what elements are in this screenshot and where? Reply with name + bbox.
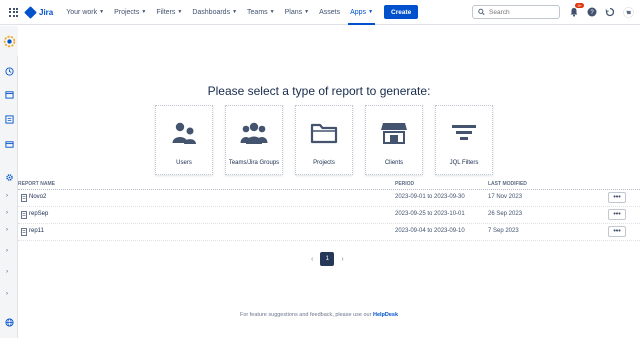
nav-item-plans[interactable]: Plans ▼ xyxy=(280,0,314,25)
app-logo[interactable] xyxy=(0,26,18,56)
search-icon xyxy=(478,8,485,16)
top-icons: 9+ ? xyxy=(568,3,634,18)
chevron-down-icon: ▼ xyxy=(232,9,238,15)
nav-item-your-work[interactable]: Your work ▼ xyxy=(61,0,109,25)
report-type-projects[interactable]: Projects xyxy=(295,105,353,175)
report-icon[interactable] xyxy=(4,114,14,124)
search-input[interactable] xyxy=(489,8,559,16)
top-navigation: Jira Your work ▼ Projects ▼ Filters ▼ Dashb… xyxy=(0,0,640,25)
left-sidebar: › › › › › › xyxy=(0,26,18,338)
report-type-users[interactable]: Users xyxy=(155,105,213,175)
report-type-cards: Users Teams/Jira Groups Projects Clients… xyxy=(155,105,493,175)
avatar[interactable] xyxy=(622,6,634,18)
next-page-button[interactable]: › xyxy=(341,256,343,263)
card-icon[interactable] xyxy=(4,139,14,149)
table-header: REPORT NAME PERIOD LAST MODIFIED xyxy=(18,180,640,190)
chevron-right-icon[interactable]: › xyxy=(6,269,8,275)
chevron-right-icon[interactable]: › xyxy=(6,193,8,199)
globe-icon[interactable] xyxy=(4,317,14,327)
jira-logo[interactable]: Jira xyxy=(24,5,54,19)
chevron-down-icon: ▼ xyxy=(269,9,275,15)
column-header-period[interactable]: PERIOD xyxy=(395,181,414,187)
pagination: ‹ 1 › xyxy=(311,252,344,266)
chevron-down-icon: ▼ xyxy=(99,9,105,15)
previous-page-button[interactable]: ‹ xyxy=(311,256,313,263)
chevron-down-icon: ▼ xyxy=(177,9,183,15)
chevron-down-icon: ▼ xyxy=(304,9,310,15)
nav-item-apps[interactable]: Apps ▼ xyxy=(345,0,378,25)
table-row[interactable]: repSep 2023-09-25 to 2023-10-01 26 Sep 2… xyxy=(18,207,640,224)
chevron-down-icon: ▼ xyxy=(141,9,147,15)
chevron-down-icon: ▼ xyxy=(368,9,374,15)
jira-logo-icon xyxy=(24,5,37,19)
report-modified: 17 Nov 2023 xyxy=(488,194,523,200)
document-icon xyxy=(21,211,27,219)
nav-item-teams[interactable]: Teams ▼ xyxy=(242,0,280,25)
app-logo-icon xyxy=(3,35,15,47)
report-type-teams[interactable]: Teams/Jira Groups xyxy=(225,105,283,175)
card-label: Projects xyxy=(313,160,335,166)
report-period: 2023-09-04 to 2023-09-10 xyxy=(395,228,465,234)
table-row[interactable]: rep11 2023-09-04 to 2023-09-10 7 Sep 202… xyxy=(18,224,640,241)
table-row[interactable]: Novo2 2023-09-01 to 2023-09-30 17 Nov 20… xyxy=(18,190,640,207)
report-name[interactable]: Novo2 xyxy=(29,194,46,200)
groups-icon xyxy=(240,120,268,146)
main-content: Please select a type of report to genera… xyxy=(18,26,640,338)
document-icon xyxy=(21,194,27,202)
filter-icon xyxy=(450,120,478,146)
report-period: 2023-09-25 to 2023-10-01 xyxy=(395,211,465,217)
clock-icon[interactable] xyxy=(4,66,14,76)
settings-icon[interactable] xyxy=(604,6,616,18)
search-box[interactable] xyxy=(472,5,560,19)
reports-table: REPORT NAME PERIOD LAST MODIFIED Novo2 2… xyxy=(18,180,640,241)
report-type-clients[interactable]: Clients xyxy=(365,105,423,175)
more-actions-button[interactable]: ••• xyxy=(608,226,626,237)
calendar-icon[interactable] xyxy=(4,89,14,99)
report-modified: 26 Sep 2023 xyxy=(488,211,523,217)
store-icon xyxy=(380,120,408,146)
helpdesk-link[interactable]: HelpDesk xyxy=(373,312,398,318)
gear-icon[interactable] xyxy=(4,172,14,182)
app-switcher-icon[interactable] xyxy=(9,7,18,17)
folder-icon xyxy=(310,120,338,146)
nav-item-assets[interactable]: Assets xyxy=(314,0,345,25)
notification-badge: 9+ xyxy=(575,3,584,8)
chevron-right-icon[interactable]: › xyxy=(6,210,8,216)
nav-item-dashboards[interactable]: Dashboards ▼ xyxy=(187,0,242,25)
card-label: JQL Filters xyxy=(449,160,479,166)
report-period: 2023-09-01 to 2023-09-30 xyxy=(395,194,465,200)
report-modified: 7 Sep 2023 xyxy=(488,228,519,234)
report-type-jql-filters[interactable]: JQL Filters xyxy=(435,105,493,175)
footer: For feature suggestions and feedback, pl… xyxy=(18,312,620,318)
create-button[interactable]: Create xyxy=(384,5,419,19)
users-icon xyxy=(170,120,198,146)
nav-item-projects[interactable]: Projects ▼ xyxy=(109,0,151,25)
nav-items: Your work ▼ Projects ▼ Filters ▼ Dashboards… xyxy=(61,0,419,25)
logo-text: Jira xyxy=(39,7,54,17)
card-label: Teams/Jira Groups xyxy=(228,160,280,166)
page-title: Please select a type of report to genera… xyxy=(207,84,431,98)
more-actions-button[interactable]: ••• xyxy=(608,192,626,203)
column-header-last-modified[interactable]: LAST MODIFIED xyxy=(488,181,527,187)
card-label: Clients xyxy=(384,160,404,166)
footer-text: For feature suggestions and feedback, pl… xyxy=(239,312,373,318)
report-name[interactable]: rep11 xyxy=(29,228,44,234)
more-actions-button[interactable]: ••• xyxy=(608,209,626,220)
chevron-right-icon[interactable]: › xyxy=(6,291,8,297)
chevron-right-icon[interactable]: › xyxy=(6,248,8,254)
chevron-right-icon[interactable]: › xyxy=(6,227,8,233)
help-icon[interactable]: ? xyxy=(586,6,598,18)
document-icon xyxy=(21,228,27,236)
card-label: Users xyxy=(176,160,192,166)
nav-item-filters[interactable]: Filters ▼ xyxy=(151,0,187,25)
page-button-current[interactable]: 1 xyxy=(320,252,335,266)
column-header-report-name[interactable]: REPORT NAME xyxy=(18,181,55,187)
notifications-icon[interactable]: 9+ xyxy=(568,3,584,18)
report-name[interactable]: repSep xyxy=(29,211,48,217)
